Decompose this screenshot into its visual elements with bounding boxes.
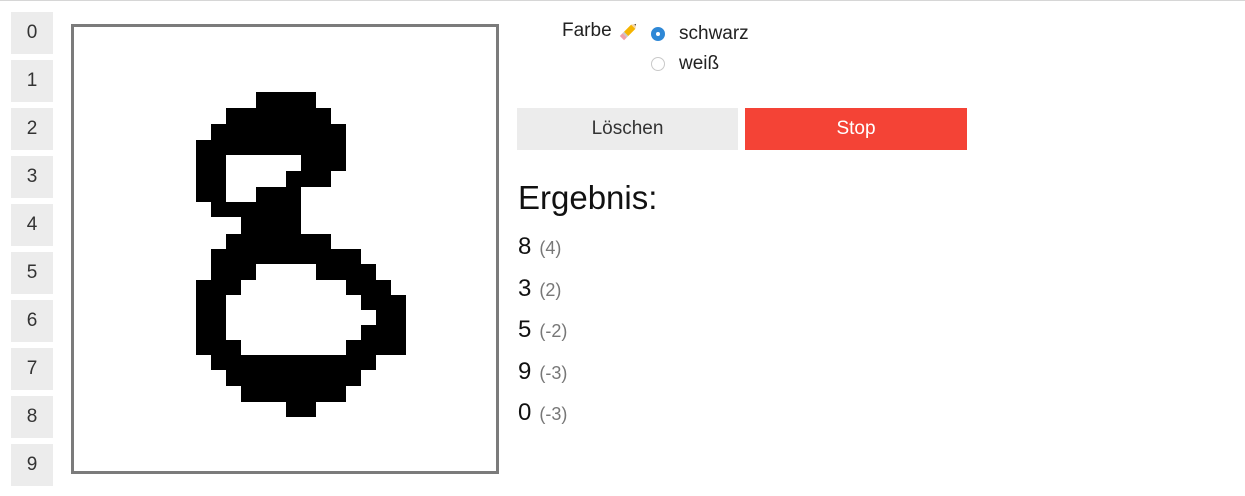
- color-option-black-label: schwarz: [679, 23, 749, 44]
- digit-button-1[interactable]: 1: [11, 60, 53, 102]
- result-score: (4): [539, 238, 562, 258]
- digit-button-4[interactable]: 4: [11, 204, 53, 246]
- digit-button-3[interactable]: 3: [11, 156, 53, 198]
- digit-button-8[interactable]: 8: [11, 396, 53, 438]
- digit-button-9[interactable]: 9: [11, 444, 53, 486]
- radio-black[interactable]: [651, 27, 665, 41]
- result-score: (2): [539, 279, 562, 300]
- result-item: 8 (4): [518, 229, 567, 271]
- result-item: 9 (-3): [518, 354, 567, 396]
- drawing-canvas[interactable]: [71, 24, 499, 474]
- result-score: (-2): [539, 321, 568, 341]
- result-digit: 8: [518, 233, 532, 260]
- result-digit: 3: [518, 274, 532, 302]
- color-option-white[interactable]: weiß: [651, 49, 749, 79]
- pencil-icon: [617, 19, 641, 43]
- color-option-white-label: weiß: [679, 53, 720, 74]
- color-label: Farbe: [562, 20, 612, 41]
- result-item: 3 (2): [518, 271, 567, 313]
- stop-button[interactable]: Stop: [745, 108, 967, 150]
- digit-button-0[interactable]: 0: [11, 12, 53, 54]
- color-radio-group: schwarz weiß: [651, 19, 749, 79]
- digit-button-2[interactable]: 2: [11, 108, 53, 150]
- digit-button-5[interactable]: 5: [11, 252, 53, 294]
- clear-button[interactable]: Löschen: [517, 108, 738, 150]
- result-digit: 5: [518, 316, 532, 343]
- radio-white[interactable]: [651, 57, 665, 71]
- result-item: 5 (-2): [518, 312, 567, 354]
- result-list: 8 (4) 3 (2) 5 (-2) 9 (-3) 0 (-3): [518, 229, 567, 437]
- color-option-black[interactable]: schwarz: [651, 19, 749, 49]
- result-score: (-3): [539, 404, 568, 424]
- result-digit: 9: [518, 357, 532, 385]
- result-item: 0 (-3): [518, 395, 567, 437]
- digit-button-7[interactable]: 7: [11, 348, 53, 390]
- result-title: Ergebnis:: [518, 179, 658, 216]
- digit-button-column: 0 1 2 3 4 5 6 7 8 9: [11, 12, 53, 492]
- digit-button-6[interactable]: 6: [11, 300, 53, 342]
- result-digit: 0: [518, 399, 532, 426]
- top-divider: [0, 0, 1245, 1]
- drawn-digit-pixels: [196, 92, 406, 417]
- result-score: (-3): [539, 362, 568, 383]
